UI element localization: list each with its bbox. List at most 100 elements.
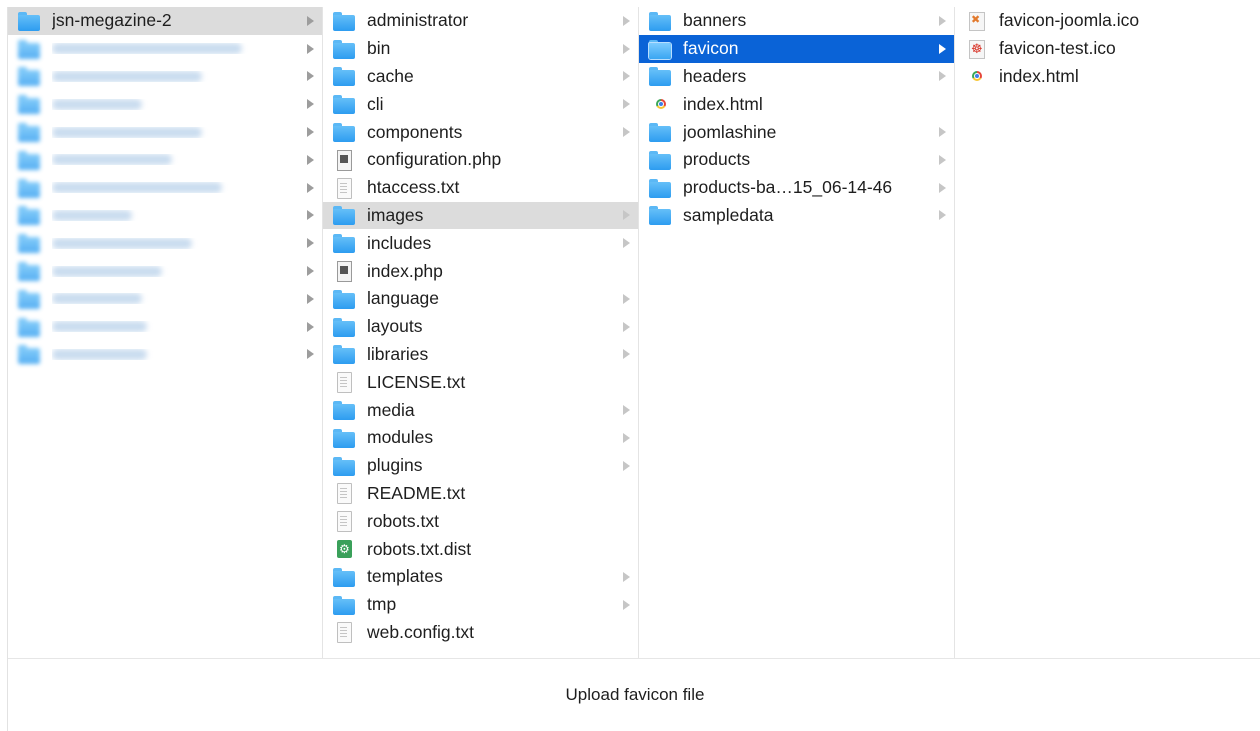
folder-icon <box>333 66 355 87</box>
list-item-redacted[interactable] <box>8 229 322 257</box>
disclosure-arrow-icon <box>623 238 630 249</box>
folder-icon <box>333 456 355 476</box>
folder-icon <box>333 39 355 59</box>
item-label: modules <box>367 427 434 448</box>
list-item[interactable]: administrator <box>323 7 638 35</box>
list-item-redacted[interactable] <box>8 63 322 91</box>
item-label: configuration.php <box>367 149 502 170</box>
list-item[interactable]: favicon-test.ico <box>955 35 1260 63</box>
html-file-icon <box>965 66 987 86</box>
folder-icon <box>18 122 40 143</box>
list-item[interactable]: web.config.txt <box>323 619 638 647</box>
list-item-redacted[interactable] <box>8 174 322 202</box>
list-item[interactable]: configuration.php <box>323 146 638 174</box>
list-item-redacted[interactable] <box>8 118 322 146</box>
list-item[interactable]: LICENSE.txt <box>323 368 638 396</box>
finder-column-browser: jsn-megazine-2 administrator bin cache cli c… <box>7 7 1260 658</box>
disclosure-arrow-icon <box>307 71 314 82</box>
text-file-icon <box>333 177 355 199</box>
list-item-redacted[interactable] <box>8 313 322 341</box>
list-item[interactable]: products <box>639 146 954 174</box>
html-file-icon <box>649 94 671 114</box>
list-item[interactable]: components <box>323 118 638 146</box>
item-label: web.config.txt <box>367 621 474 642</box>
redacted-label <box>52 348 307 360</box>
folder-icon <box>18 233 40 254</box>
item-label: tmp <box>367 594 397 615</box>
list-item[interactable]: includes <box>323 229 638 257</box>
list-item-redacted[interactable] <box>8 35 322 63</box>
column-favicon[interactable]: favicon-joomla.ico favicon-test.ico index.… <box>955 7 1260 658</box>
folder-icon <box>18 94 40 115</box>
list-item[interactable]: robots.txt <box>323 507 638 535</box>
disclosure-arrow-icon <box>307 43 314 54</box>
list-item[interactable]: images <box>323 201 638 230</box>
list-item[interactable]: layouts <box>323 313 638 341</box>
list-item[interactable]: sampledata <box>639 202 954 230</box>
list-item[interactable]: modules <box>323 424 638 452</box>
disclosure-arrow-icon <box>939 71 946 82</box>
list-item[interactable]: index.php <box>323 257 638 285</box>
disclosure-arrow-icon <box>307 182 314 193</box>
folder-icon <box>333 317 355 337</box>
list-item-redacted[interactable] <box>8 257 322 285</box>
list-item[interactable]: plugins <box>323 452 638 480</box>
column-root[interactable]: jsn-megazine-2 <box>8 7 323 658</box>
list-item-redacted[interactable] <box>8 90 322 118</box>
item-label: robots.txt.dist <box>367 538 472 559</box>
list-item[interactable]: favicon <box>639 34 954 63</box>
list-item[interactable]: banners <box>639 7 954 35</box>
ico-file-icon <box>965 11 987 31</box>
list-item[interactable]: index.html <box>955 63 1260 91</box>
column-images[interactable]: banners favicon headers index.html joomlashi… <box>639 7 955 658</box>
item-label: README.txt <box>367 482 466 503</box>
list-item[interactable]: bin <box>323 35 638 63</box>
list-item[interactable]: templates <box>323 563 638 591</box>
php-file-icon <box>333 261 355 283</box>
folder-icon <box>649 122 671 143</box>
list-item-redacted[interactable] <box>8 285 322 313</box>
list-item[interactable]: tmp <box>323 591 638 619</box>
list-item[interactable]: index.html <box>639 90 954 118</box>
dist-file-icon <box>333 539 355 559</box>
item-label: index.html <box>683 93 763 114</box>
item-label: headers <box>683 65 747 86</box>
item-label: media <box>367 399 415 420</box>
folder-icon <box>333 233 355 254</box>
list-item[interactable]: headers <box>639 63 954 91</box>
list-item[interactable]: cli <box>323 90 638 118</box>
list-item[interactable]: joomlashine <box>639 118 954 146</box>
text-file-icon <box>333 511 355 533</box>
list-item[interactable]: robots.txt.dist <box>323 535 638 563</box>
list-item[interactable]: products-ba…15_06-14-46 <box>639 174 954 202</box>
list-item-redacted[interactable] <box>8 341 322 369</box>
folder-icon <box>649 150 671 170</box>
folder-icon <box>333 567 355 587</box>
folder-icon <box>333 400 355 421</box>
list-item[interactable]: language <box>323 285 638 313</box>
folder-icon <box>333 205 355 226</box>
disclosure-arrow-icon <box>307 99 314 110</box>
list-item[interactable]: libraries <box>323 341 638 369</box>
item-label: index.html <box>999 65 1079 86</box>
item-label: favicon <box>683 38 739 59</box>
list-item-selected[interactable]: jsn-megazine-2 <box>8 7 322 35</box>
list-item[interactable]: favicon-joomla.ico <box>955 7 1260 35</box>
list-item[interactable]: cache <box>323 63 638 91</box>
disclosure-arrow-icon <box>307 321 314 332</box>
folder-icon <box>18 261 40 282</box>
list-item-redacted[interactable] <box>8 202 322 230</box>
folder-icon <box>333 122 355 143</box>
disclosure-arrow-icon <box>307 349 314 360</box>
list-item[interactable]: htaccess.txt <box>323 174 638 202</box>
column-site[interactable]: administrator bin cache cli components config… <box>323 7 639 658</box>
redacted-label <box>52 209 307 221</box>
list-item[interactable]: README.txt <box>323 480 638 508</box>
disclosure-arrow-icon <box>623 405 630 416</box>
list-item[interactable]: media <box>323 396 638 424</box>
redacted-label <box>52 43 307 55</box>
php-file-icon <box>333 149 355 171</box>
item-label: joomlashine <box>683 121 777 142</box>
list-item-redacted[interactable] <box>8 146 322 174</box>
folder-icon <box>649 205 671 226</box>
